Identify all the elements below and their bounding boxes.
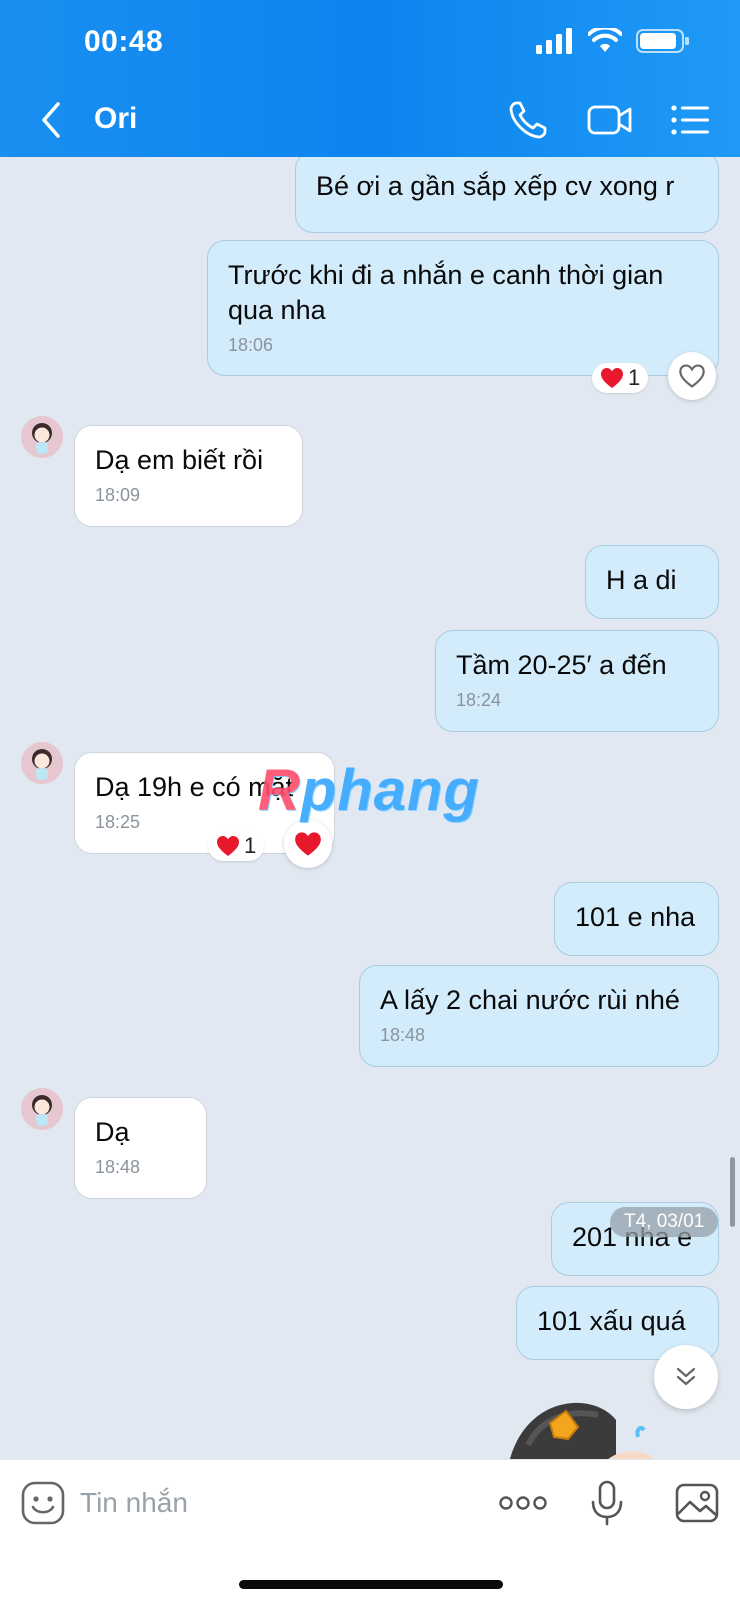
- heart-icon: [601, 368, 623, 388]
- watermark-logo: Rphang: [258, 757, 480, 824]
- message-bubble-incoming[interactable]: Dạ 18:48: [74, 1097, 207, 1199]
- message-bubble-outgoing[interactable]: 101 e nha: [554, 882, 719, 956]
- reaction-count: 1: [628, 365, 641, 390]
- heart-icon: [295, 832, 321, 856]
- scrollbar[interactable]: [730, 1157, 735, 1227]
- watermark-logo-text: phang: [300, 758, 480, 823]
- message-input[interactable]: [80, 1480, 460, 1526]
- sticker-image[interactable]: [498, 1375, 678, 1459]
- chat-header: 00:48 Ori: [0, 0, 740, 157]
- message-bubble-outgoing[interactable]: A lấy 2 chai nước rùi nhé 18:48: [359, 965, 719, 1067]
- message-bubble-outgoing[interactable]: Bé ơi a gần sắp xếp cv xong r: [295, 157, 719, 233]
- phone-icon[interactable]: [506, 98, 550, 142]
- message-text: 101 xấu quá: [537, 1306, 686, 1336]
- message-time: 18:24: [456, 690, 502, 710]
- heart-icon: [217, 836, 239, 856]
- home-indicator[interactable]: [239, 1580, 503, 1589]
- message-time: 18:48: [380, 1025, 426, 1045]
- message-text: Dạ: [95, 1117, 130, 1147]
- battery-icon: [636, 29, 689, 53]
- avatar-illustration: [21, 742, 63, 784]
- contact-avatar[interactable]: [21, 742, 63, 784]
- back-icon[interactable]: [32, 96, 72, 144]
- signal-icon: [536, 28, 572, 54]
- message-bubble-outgoing[interactable]: H a di: [585, 545, 719, 619]
- status-icons: [536, 28, 690, 54]
- reaction-count-badge[interactable]: 1: [208, 831, 265, 861]
- scroll-to-bottom-button[interactable]: [654, 1345, 718, 1409]
- contact-avatar[interactable]: [21, 1088, 63, 1130]
- chevron-double-down-icon: [676, 1367, 696, 1386]
- message-time: 18:06: [228, 335, 274, 355]
- message-list[interactable]: Bé ơi a gần sắp xếp cv xong r Trước khi …: [0, 157, 740, 1459]
- avatar-illustration: [21, 416, 63, 458]
- message-bubble-incoming[interactable]: Dạ em biết rồi 18:09: [74, 425, 303, 527]
- microphone-icon[interactable]: [584, 1480, 630, 1526]
- message-text: Trước khi đi a nhắn e canh thời gian qua…: [228, 260, 664, 325]
- reaction-count: 1: [244, 833, 257, 858]
- reaction-count-badge[interactable]: 1: [592, 363, 649, 393]
- menu-list-icon[interactable]: [668, 98, 712, 142]
- status-time: 00:48: [84, 25, 164, 58]
- react-button[interactable]: [284, 820, 332, 868]
- message-text: H a di: [606, 565, 677, 595]
- date-separator: T4, 03/01: [610, 1207, 719, 1237]
- more-icon[interactable]: [498, 1480, 548, 1526]
- message-text: Tầm 20-25′ a đến: [456, 650, 667, 680]
- image-icon[interactable]: [674, 1480, 720, 1526]
- heart-outline-icon: [679, 364, 705, 388]
- message-time: 18:09: [95, 485, 141, 505]
- message-bubble-outgoing[interactable]: Trước khi đi a nhắn e canh thời gian qua…: [207, 240, 719, 376]
- message-text: Dạ em biết rồi: [95, 445, 264, 475]
- avatar-illustration: [21, 1088, 63, 1130]
- react-button[interactable]: [668, 352, 716, 400]
- message-time: 18:48: [95, 1157, 141, 1177]
- message-text: A lấy 2 chai nước rùi nhé: [380, 985, 680, 1015]
- message-text: 101 e nha: [575, 902, 696, 932]
- conversation-title[interactable]: Ori: [94, 102, 137, 136]
- contact-avatar[interactable]: [21, 416, 63, 458]
- watermark-logo-r: R: [258, 758, 301, 823]
- video-call-icon[interactable]: [586, 98, 634, 142]
- emoji-icon[interactable]: [20, 1480, 66, 1526]
- message-bubble-outgoing[interactable]: Tầm 20-25′ a đến 18:24: [435, 630, 719, 732]
- message-text: Bé ơi a gần sắp xếp cv xong r: [316, 171, 675, 201]
- wifi-icon: [588, 28, 622, 52]
- message-composer: [0, 1459, 740, 1600]
